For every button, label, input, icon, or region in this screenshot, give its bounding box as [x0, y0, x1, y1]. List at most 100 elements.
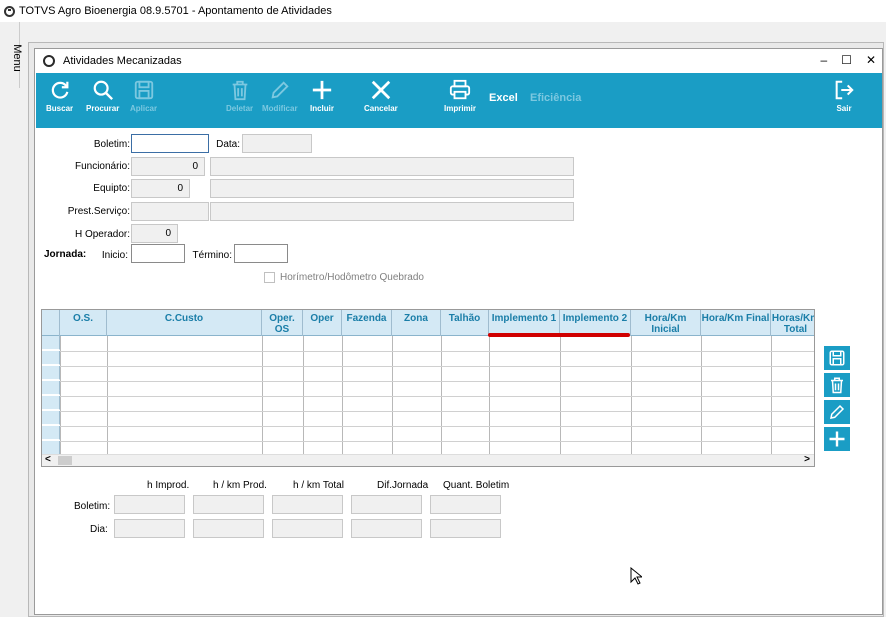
row-selector[interactable]	[42, 381, 60, 395]
plus-icon	[829, 431, 845, 447]
jornada-label: Jornada:	[44, 249, 87, 260]
grid-save-button[interactable]	[824, 346, 850, 370]
save-icon	[829, 350, 845, 366]
dia-dif-jornada-field	[351, 519, 422, 538]
h-operador-label: H Operador:	[74, 229, 130, 240]
app-title: TOTVS Agro Bioenergia 08.9.5701 - Aponta…	[19, 5, 332, 17]
data-input[interactable]	[242, 134, 312, 153]
col-oper-os[interactable]: Oper. OS	[262, 310, 303, 336]
boletim-quant-boletim-field	[430, 495, 501, 514]
row-selector[interactable]	[42, 396, 60, 410]
row-selector[interactable]	[42, 441, 60, 455]
funcionario-label: Funcionário:	[74, 161, 130, 172]
scroll-right-arrow-icon[interactable]: >	[804, 454, 810, 465]
printer-icon	[449, 79, 471, 100]
trash-icon	[232, 80, 247, 101]
row-selector[interactable]	[42, 426, 60, 440]
boletim-h-km-total-field	[272, 495, 343, 514]
col-hora-km-final[interactable]: Hora/Km Final	[701, 310, 771, 336]
totals-dia-label: Dia:	[90, 524, 108, 535]
grid-delete-button[interactable]	[824, 373, 850, 397]
plus-icon	[312, 80, 332, 100]
termino-input[interactable]	[234, 244, 288, 263]
funcionario-input[interactable]: 0	[131, 157, 205, 176]
col-hora-km-inicial[interactable]: Hora/Km Inicial	[631, 310, 701, 336]
horizontal-scrollbar[interactable]: < >	[42, 454, 814, 466]
col-ccusto[interactable]: C.Custo	[107, 310, 262, 336]
grid-add-button[interactable]	[824, 427, 850, 451]
prest-servico-input[interactable]	[131, 202, 209, 221]
totvs-logo-icon	[4, 5, 15, 17]
incluir-button[interactable]: Incluir	[310, 79, 334, 113]
prest-servico-label: Prest.Serviço:	[67, 206, 130, 217]
app-titlebar: TOTVS Agro Bioenergia 08.9.5701 - Aponta…	[0, 0, 886, 22]
side-menu-tab[interactable]: Menu	[0, 22, 23, 88]
eficiencia-button[interactable]: Eficiência	[530, 92, 581, 104]
boletim-dif-jornada-field	[351, 495, 422, 514]
scroll-left-arrow-icon[interactable]: <	[45, 454, 51, 465]
cancelar-button[interactable]: Cancelar	[364, 79, 398, 113]
col-fazenda[interactable]: Fazenda	[342, 310, 392, 336]
funcionario-name-field	[210, 157, 574, 176]
grid-edit-button[interactable]	[824, 400, 850, 424]
col-zona[interactable]: Zona	[392, 310, 441, 336]
col-oper[interactable]: Oper	[303, 310, 342, 336]
totals-boletim-label: Boletim:	[74, 501, 111, 512]
total-header-quant-boletim: Quant. Boletim	[443, 480, 510, 491]
scroll-thumb[interactable]	[58, 456, 72, 465]
imprimir-button[interactable]: Imprimir	[444, 79, 476, 113]
dia-h-km-total-field	[272, 519, 343, 538]
h-operador-input[interactable]: 0	[131, 224, 178, 243]
pencil-icon	[830, 404, 845, 419]
window-titlebar: Atividades Mecanizadas – ☐ ✕	[35, 49, 882, 73]
boletim-label: Boletim:	[93, 139, 130, 150]
total-header-h-improd: h Improd.	[147, 480, 190, 491]
minimize-icon[interactable]: –	[820, 53, 827, 67]
deletar-button[interactable]: Deletar	[226, 79, 253, 113]
row-selector[interactable]	[42, 351, 60, 365]
row-selector[interactable]	[42, 366, 60, 380]
equipto-name-field	[210, 179, 574, 198]
equipto-label: Equipto:	[93, 183, 130, 194]
hodometro-checkbox[interactable]	[264, 272, 275, 283]
buscar-button[interactable]: Buscar	[46, 79, 73, 113]
inicio-label: Inicio:	[101, 250, 128, 261]
window-logo-icon	[43, 55, 55, 67]
row-selector[interactable]	[42, 336, 60, 350]
activities-grid[interactable]: O.S. C.Custo Oper. OS Oper Fazenda Zona …	[41, 309, 815, 467]
exit-icon	[835, 80, 854, 100]
highlight-underline	[488, 333, 630, 337]
sair-button[interactable]: Sair	[833, 79, 855, 113]
procurar-button[interactable]: Procurar	[86, 79, 119, 113]
dia-h-improd-field	[114, 519, 185, 538]
boletim-h-improd-field	[114, 495, 185, 514]
dia-h-km-prod-field	[193, 519, 264, 538]
row-selector[interactable]	[42, 411, 60, 425]
col-os[interactable]: O.S.	[60, 310, 107, 336]
equipto-input[interactable]: 0	[131, 179, 190, 198]
data-label: Data:	[216, 139, 240, 150]
window-title: Atividades Mecanizadas	[63, 55, 182, 67]
dia-quant-boletim-field	[430, 519, 501, 538]
cancel-x-icon	[371, 80, 391, 100]
close-icon[interactable]: ✕	[866, 53, 876, 67]
search-icon	[93, 80, 113, 101]
hodometro-label: Horímetro/Hodômetro Quebrado	[280, 272, 424, 283]
col-horas-km-total[interactable]: Horas/Km Total	[771, 310, 814, 336]
col-talhao[interactable]: Talhão	[441, 310, 489, 336]
boletim-h-km-prod-field	[193, 495, 264, 514]
termino-label: Término:	[192, 250, 232, 261]
grid-corner	[42, 310, 60, 336]
refresh-icon	[51, 81, 68, 99]
boletim-input[interactable]	[131, 134, 209, 153]
total-header-h-km-total: h / km Total	[293, 480, 344, 491]
inicio-input[interactable]	[131, 244, 185, 263]
modificar-button[interactable]: Modificar	[262, 79, 298, 113]
mouse-cursor-icon	[630, 567, 642, 585]
excel-button[interactable]: Excel	[489, 92, 518, 104]
total-header-h-km-prod: h / km Prod.	[213, 480, 267, 491]
aplicar-button[interactable]: Aplicar	[130, 79, 157, 113]
prest-servico-name-field	[210, 202, 574, 221]
maximize-icon[interactable]: ☐	[841, 53, 852, 67]
save-icon	[134, 80, 153, 100]
